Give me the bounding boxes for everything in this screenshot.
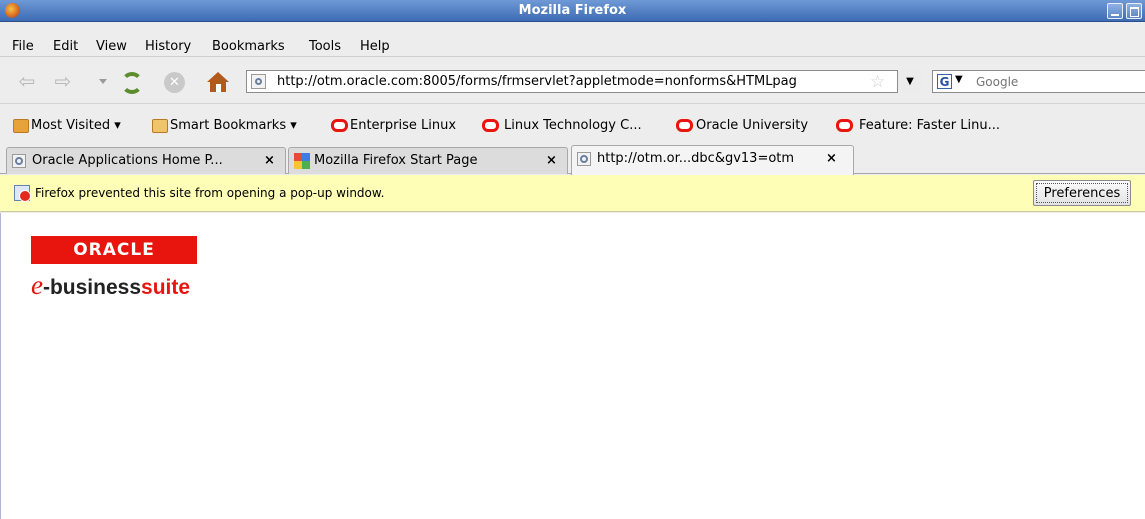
stop-icon[interactable]: ✕: [164, 72, 185, 93]
bookmark-oracle-university[interactable]: Oracle University: [696, 118, 808, 133]
close-tab-icon[interactable]: ×: [826, 151, 837, 166]
bookmark-linux-technology[interactable]: Linux Technology C...: [504, 118, 642, 133]
tab-otm-active[interactable]: http://otm.or...dbc&gv13=otm ×: [571, 145, 854, 175]
bookmark-enterprise-linux[interactable]: Enterprise Linux: [350, 118, 456, 133]
ebusiness-suite-logo: e-businesssuite: [31, 270, 190, 301]
bookmark-star-icon[interactable]: ☆: [870, 72, 885, 92]
close-tab-icon[interactable]: ×: [264, 153, 275, 168]
menu-tools[interactable]: Tools: [309, 39, 341, 54]
tab-label: Oracle Applications Home P...: [32, 153, 223, 168]
tab-firefox-start-page[interactable]: Mozilla Firefox Start Page ×: [288, 147, 568, 174]
page-icon: [577, 152, 591, 166]
bookmark-feature-faster-linux[interactable]: Feature: Faster Linu...: [859, 118, 1000, 133]
url-text[interactable]: http://otm.oracle.com:8005/forms/frmserv…: [277, 74, 837, 89]
minimize-button[interactable]: [1107, 3, 1123, 19]
tab-oracle-applications[interactable]: Oracle Applications Home P... ×: [6, 147, 286, 174]
oracle-bookmark-icon: [676, 119, 693, 132]
popup-blocked-icon: [14, 185, 31, 202]
oracle-bookmark-icon: [331, 119, 348, 132]
oracle-logo: ORACLE: [31, 236, 197, 264]
toolbar-divider: [0, 103, 1145, 104]
menu-view[interactable]: View: [96, 39, 127, 54]
logo-e: e: [31, 270, 43, 300]
forward-button[interactable]: ⇨: [52, 70, 74, 92]
bookmark-label: Most Visited: [31, 118, 111, 133]
page-icon: [12, 154, 26, 168]
menubar-divider: [0, 56, 1145, 57]
smart-bookmarks-folder-icon: [152, 119, 168, 133]
window-titlebar: Mozilla Firefox: [0, 0, 1145, 22]
tab-label: http://otm.or...dbc&gv13=otm: [597, 151, 795, 166]
bookmark-most-visited[interactable]: Most Visited ▾: [31, 118, 121, 133]
google-icon: [294, 153, 310, 169]
url-dropdown-button[interactable]: ▼: [897, 70, 922, 93]
logo-suite: suite: [141, 276, 191, 299]
site-identity-icon[interactable]: [251, 74, 266, 89]
back-button[interactable]: ⇦: [16, 70, 38, 92]
google-search-engine-icon[interactable]: G: [937, 74, 952, 89]
preferences-button[interactable]: Preferences: [1033, 180, 1131, 206]
tab-label: Mozilla Firefox Start Page: [314, 153, 478, 168]
menu-edit[interactable]: Edit: [53, 39, 78, 54]
search-bar[interactable]: G ▼: [932, 70, 1145, 93]
history-dropdown-icon[interactable]: [99, 79, 107, 84]
reload-icon[interactable]: [121, 72, 143, 94]
menu-bookmarks[interactable]: Bookmarks: [212, 39, 285, 54]
menu-file[interactable]: File: [12, 39, 34, 54]
menu-history[interactable]: History: [145, 39, 191, 54]
maximize-button[interactable]: [1126, 3, 1142, 19]
oracle-bookmark-icon: [482, 119, 499, 132]
url-bar[interactable]: http://otm.oracle.com:8005/forms/frmserv…: [246, 70, 922, 93]
most-visited-folder-icon: [13, 119, 29, 133]
home-icon[interactable]: [205, 69, 231, 95]
search-input[interactable]: [976, 73, 1136, 90]
logo-business: -business: [42, 276, 142, 299]
oracle-bookmark-icon: [836, 119, 853, 132]
search-engine-dropdown-icon[interactable]: ▼: [955, 74, 963, 85]
notification-message: Firefox prevented this site from opening…: [35, 186, 385, 200]
close-tab-icon[interactable]: ×: [546, 153, 557, 168]
popup-notification-bar: Firefox prevented this site from opening…: [0, 175, 1145, 212]
bookmark-smart-bookmarks[interactable]: Smart Bookmarks ▾: [170, 118, 297, 133]
window-title: Mozilla Firefox: [518, 3, 627, 18]
bookmark-label: Smart Bookmarks: [170, 118, 287, 133]
menu-help[interactable]: Help: [360, 39, 390, 54]
